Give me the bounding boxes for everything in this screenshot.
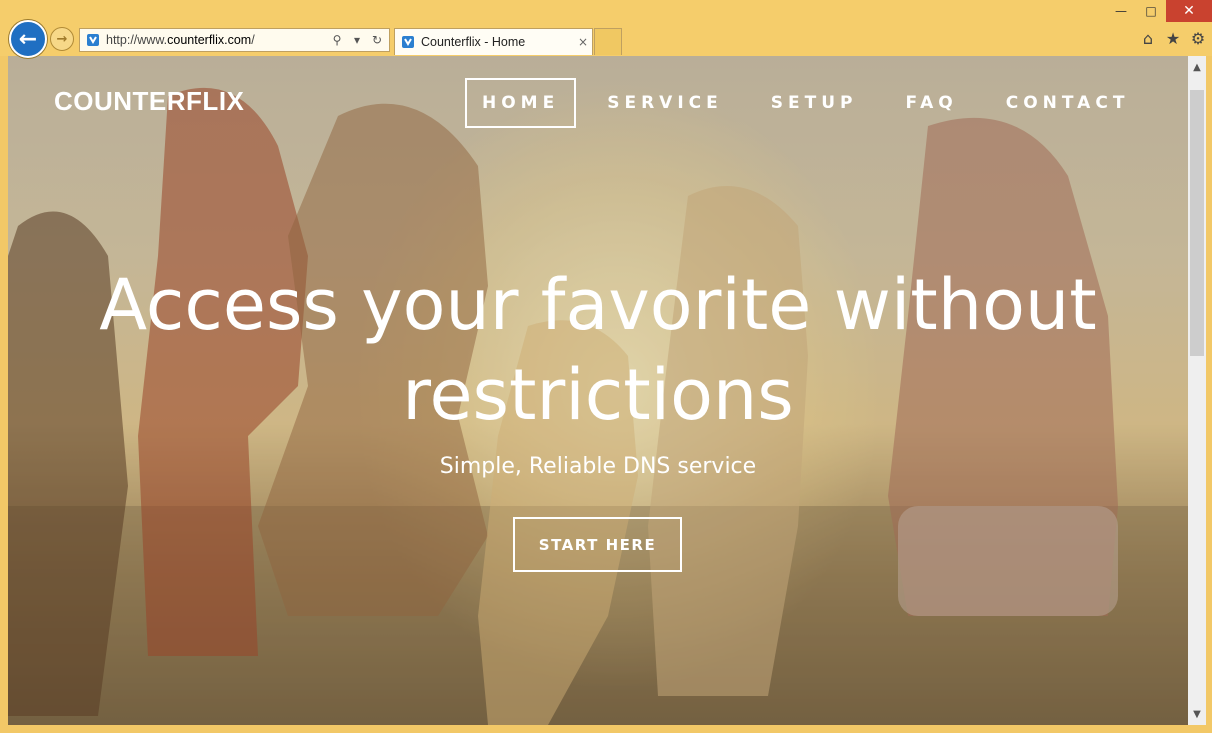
tab-close-icon[interactable]: × [574,35,592,49]
tab-favicon [402,36,414,48]
address-bar[interactable]: http://www.counterflix.com/ ⚲ ▾ ↻ [79,28,390,52]
toolbar-icons: ⌂ ★ ⚙ [1138,28,1208,48]
nav-contact[interactable]: CONTACT [989,78,1147,128]
scroll-thumb[interactable] [1190,90,1204,356]
close-window-button[interactable]: ✕ [1166,0,1212,22]
main-nav: HOME SERVICE SETUP FAQ CONTACT [465,78,1160,128]
hero-title-line-2: restrictions [402,354,794,436]
hero-title: Access your favorite without restriction… [8,260,1188,440]
window-controls: — □ ✕ [1106,0,1212,22]
refresh-icon[interactable]: ↻ [369,32,385,48]
new-tab-button[interactable] [594,28,622,55]
home-icon[interactable]: ⌂ [1138,28,1158,48]
site-logo[interactable]: COUNTERFLIX [54,86,244,117]
back-arrow-icon: ← [18,26,38,52]
scroll-up-icon[interactable]: ▲ [1188,58,1206,76]
url-text[interactable]: http://www.counterflix.com/ [106,33,329,47]
tab-home[interactable]: Counterflix - Home × [394,28,593,55]
minimize-button[interactable]: — [1106,0,1136,22]
gear-icon[interactable]: ⚙ [1188,28,1208,48]
back-button[interactable]: ← [9,20,47,58]
nav-faq[interactable]: FAQ [888,78,974,128]
site-favicon [87,34,99,46]
forward-arrow-icon: → [56,31,68,47]
forward-button[interactable]: → [50,27,74,51]
nav-home[interactable]: HOME [465,78,577,128]
hero-subtitle: Simple, Reliable DNS service [439,454,757,479]
dropdown-icon[interactable]: ▾ [349,32,365,48]
browser-chrome: — □ ✕ ← → http://www.counterflix.com/ ⚲ … [0,0,1212,58]
star-icon[interactable]: ★ [1163,28,1183,48]
start-here-button[interactable]: START HERE [513,517,682,572]
tab-title: Counterflix - Home [421,35,526,49]
vertical-scrollbar[interactable]: ▲ ▼ [1188,56,1206,725]
nav-setup[interactable]: SETUP [754,78,875,128]
nav-service[interactable]: SERVICE [590,78,740,128]
page-viewport: COUNTERFLIX HOME SERVICE SETUP FAQ CONTA… [8,56,1188,725]
hero-title-line-1: Access your favorite without [99,264,1097,346]
scroll-down-icon[interactable]: ▼ [1188,705,1206,723]
maximize-button[interactable]: □ [1136,0,1166,22]
search-icon[interactable]: ⚲ [329,32,345,48]
